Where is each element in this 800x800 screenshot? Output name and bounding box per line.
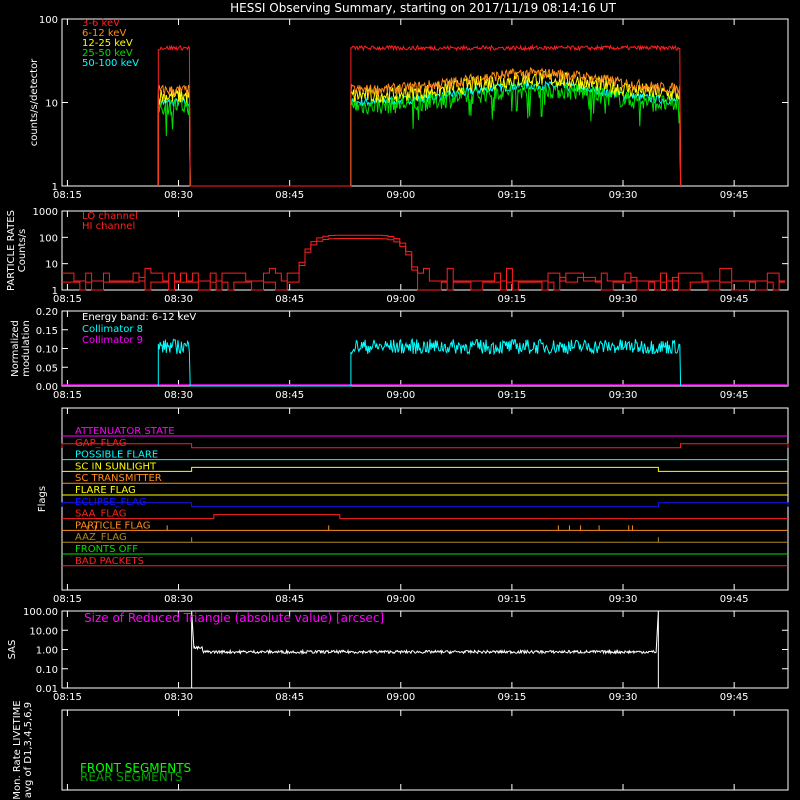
flags-xtick-label: 09:30: [609, 594, 638, 605]
flag-eclipse-flag-label: ECLIPSE_FLAG: [75, 497, 146, 508]
livetime-ylabel: Mon. Rate LIVETIMEavg of D1,3,4,5,6,9: [12, 700, 34, 799]
sas-xtick-label: 08:45: [275, 692, 304, 703]
particle-rates-panel: 08:15 08:30 08:45 09:00 09:15 09:30 09:4511010…: [6, 207, 789, 305]
rates-xtick-label: 09:45: [720, 190, 749, 201]
particle-ytick-label: 10: [45, 260, 58, 271]
rates-ytick-label: 1: [52, 182, 58, 193]
flag-sc-transmitter-label: SC TRANSMITTER: [75, 473, 162, 484]
sas-xtick-label: 09:45: [720, 692, 749, 703]
rates-series-3-6-keV: [157, 43, 682, 187]
flags-ylabel: Flags: [37, 486, 48, 512]
flag-bad-packets-label: BAD PACKETS: [75, 556, 144, 567]
livetime-legend-1: REAR SEGMENTS: [80, 770, 183, 784]
flags-xtick-label: 08:30: [164, 594, 193, 605]
sas-xtick-label: 09:00: [386, 692, 415, 703]
sas-xtick-label: 08:30: [164, 692, 193, 703]
sas-xtick-label: 09:30: [609, 692, 638, 703]
particle-legend-1: HI channel: [82, 221, 135, 232]
flag-fronts-off-label: FRONTS OFF: [75, 544, 138, 555]
rates-xtick-label: 08:45: [275, 190, 304, 201]
flag-flare-flag-label: FLARE FLAG: [75, 485, 136, 496]
particle-xtick-label: 09:45: [720, 294, 749, 305]
flag-aaz-flag-label: AAZ_FLAG: [75, 532, 127, 543]
particle-xtick-label: 09:15: [497, 294, 526, 305]
flags-xtick-label: 08:15: [53, 594, 82, 605]
flag-eclipse-flag-trace: [61, 502, 789, 508]
modulation-panel: 08:15 08:30 08:45 09:00 09:15 09:30 09:450.000…: [10, 307, 789, 401]
particle-frame: [61, 210, 789, 291]
rates-ytick-label: 100: [39, 15, 58, 26]
flag-saa-flag-trace: [62, 514, 788, 520]
flag-gap-flag-trace: [61, 443, 789, 449]
flag-sc-in-sunlight-label: SC IN SUNLIGHT: [75, 461, 157, 472]
sas-ylabel: SAS: [7, 640, 18, 660]
flag-attenuator-state-label: ATTENUATOR STATE: [75, 426, 175, 437]
sas-annotation: Size of Reduced Triangle (absolute value…: [84, 611, 384, 625]
mod-ylabel: Normalizedmodulation: [10, 320, 32, 377]
mod-ytick-label: 0.00: [36, 382, 58, 393]
mod-series-collimator-8: [157, 337, 682, 387]
particle-series-hi: [62, 238, 785, 291]
flag-particle-flag-label: PARTICLE FLAG: [75, 520, 151, 531]
flag-possible-flare-label: POSSIBLE FLARE: [75, 450, 158, 461]
flags-panel: 08:15 08:30 08:45 09:00 09:15 09:30 09:45 Flags…: [37, 407, 789, 605]
flag-sc-in-sunlight-trace: [62, 466, 788, 472]
mod-ytick-label: 0.05: [36, 363, 58, 374]
sas-ytick-label: 100.00: [23, 607, 58, 618]
rates-series-25-50-keV: [157, 80, 682, 187]
sas-panel: 08:15 08:30 08:45 09:00 09:15 09:30 09:450.010…: [7, 607, 789, 703]
mod-ytick-label: 0.15: [36, 326, 58, 337]
particle-ylabel: PARTICLE RATESCounts/s: [6, 210, 28, 291]
observing-summary-figure: HESSI Observing Summary, starting on 201…: [6, 1, 789, 800]
mod-legend-1: Collimator 9: [82, 335, 143, 346]
rates-xtick-label: 09:00: [386, 190, 415, 201]
particle-ytick-label: 100: [39, 233, 58, 244]
mod-xtick-label: 08:30: [164, 390, 193, 401]
mod-xtick-label: 08:45: [275, 390, 304, 401]
rates-xtick-label: 08:30: [164, 190, 193, 201]
flags-xtick-label: 09:15: [497, 594, 526, 605]
particle-ytick-label: 1: [52, 286, 58, 297]
mod-xtick-label: 09:00: [386, 390, 415, 401]
particle-xtick-label: 09:00: [386, 294, 415, 305]
rates-xtick-label: 09:15: [497, 190, 526, 201]
sas-ytick-label: 10.00: [29, 626, 58, 637]
flag-gap-flag-label: GAP_FLAG: [75, 438, 127, 449]
particle-series-lo: [62, 234, 785, 282]
rates-series-6-12-keV: [157, 67, 682, 187]
flags-xtick-label: 08:45: [275, 594, 304, 605]
mod-xtick-label: 09:30: [609, 390, 638, 401]
mod-ytick-label: 0.10: [36, 345, 58, 356]
figure-title: HESSI Observing Summary, starting on 201…: [230, 1, 616, 15]
livetime-panel: Mon. Rate LIVETIMEavg of D1,3,4,5,6,9 FRO…: [12, 700, 789, 800]
flags-xtick-label: 09:00: [386, 594, 415, 605]
particle-ytick-label: 1000: [33, 207, 58, 218]
rates-legend-50-100-keV: 50-100 keV: [82, 58, 139, 69]
particle-xtick-label: 09:30: [609, 294, 638, 305]
mod-legend-0: Collimator 8: [82, 324, 143, 335]
mod-xtick-label: 09:45: [720, 390, 749, 401]
flags-xtick-label: 09:45: [720, 594, 749, 605]
mod-legend-header: Energy band: 6-12 keV: [82, 312, 196, 323]
mod-xtick-label: 09:15: [497, 390, 526, 401]
flag-saa-flag-label: SAA_FLAG: [75, 509, 126, 520]
sas-ytick-label: 0.01: [36, 684, 58, 695]
sas-ytick-label: 1.00: [36, 646, 58, 657]
sas-ytick-label: 0.10: [36, 665, 58, 676]
count-rates-panel: 08:15 08:30 08:45 09:00 09:15 09:30 09:4511010…: [29, 15, 789, 201]
rates-xtick-label: 09:30: [609, 190, 638, 201]
particle-xtick-label: 08:45: [275, 294, 304, 305]
mod-ytick-label: 0.20: [36, 307, 58, 318]
particle-xtick-label: 08:30: [164, 294, 193, 305]
rates-ylabel: counts/s/detector: [29, 58, 40, 146]
rates-ytick-label: 10: [45, 99, 58, 110]
sas-xtick-label: 09:15: [497, 692, 526, 703]
